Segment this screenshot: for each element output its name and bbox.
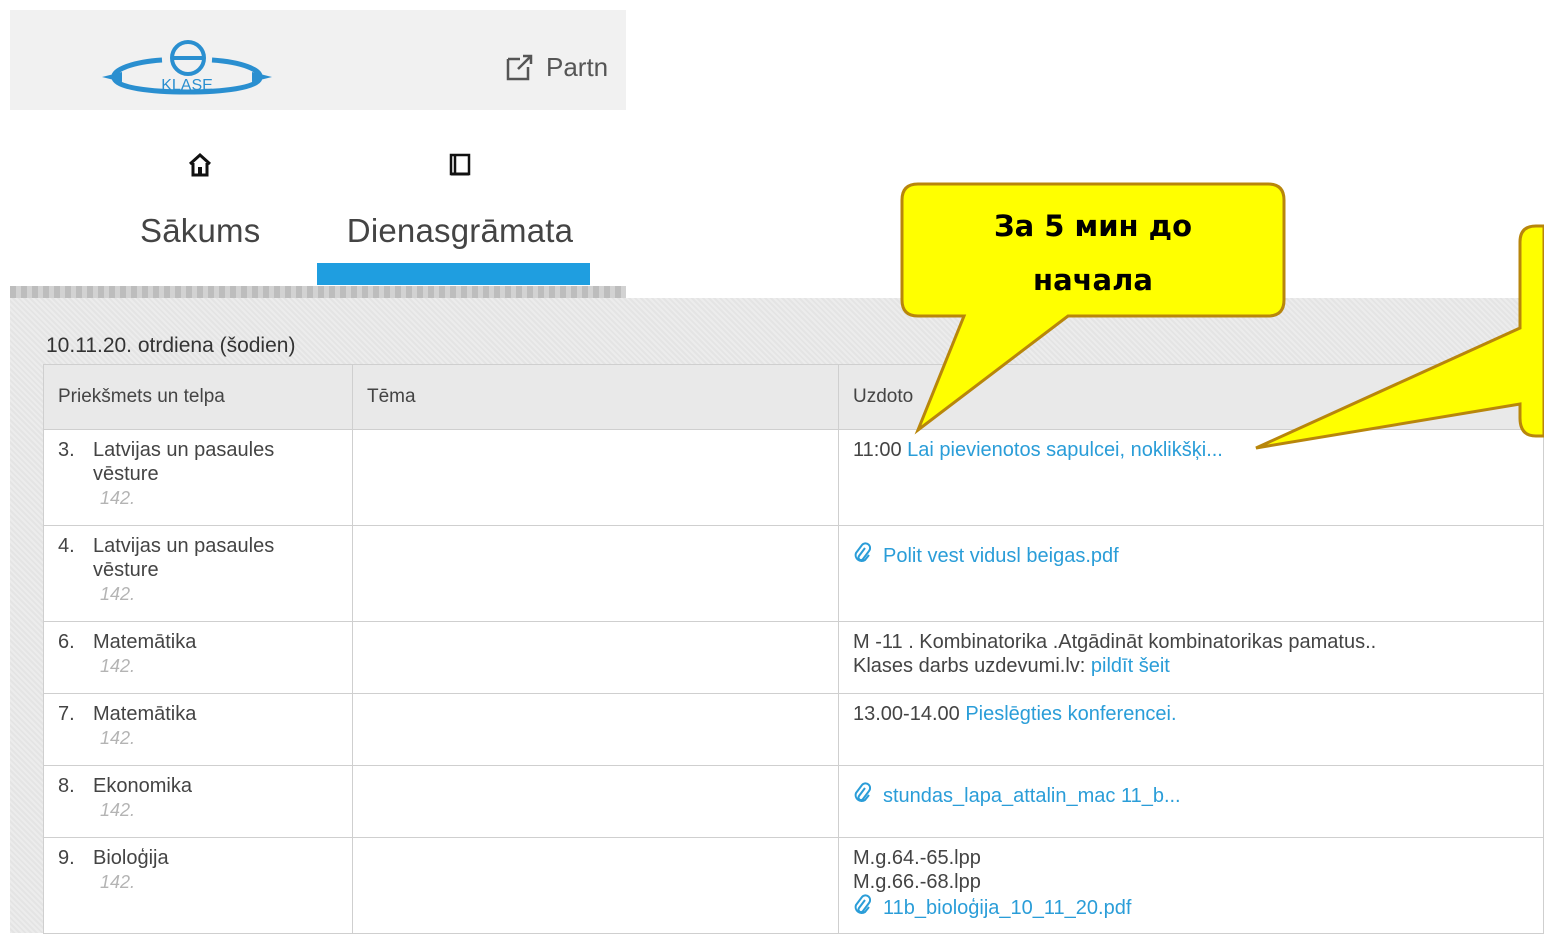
external-link-icon: [506, 54, 533, 80]
homework-cell: Polit vest vidusl beigas.pdf: [838, 525, 1544, 622]
nav-divider: [10, 286, 626, 298]
attachment-link[interactable]: stundas_lapa_attalin_mac 11_b...: [853, 782, 1181, 807]
subject-name: Latvijas un pasaules vēsture: [93, 535, 275, 581]
lesson-number: 7.: [58, 703, 75, 725]
nav-item-diary[interactable]: Dienasgrāmata: [330, 148, 590, 250]
book-icon: [449, 153, 471, 176]
meeting-link[interactable]: Lai pievienotos sapulcei, noklikšķi...: [907, 439, 1223, 461]
topic-cell: [352, 837, 839, 934]
home-icon: [188, 152, 212, 177]
lessons-table: Priekšmets un telpa Tēma Uzdoto 3. Latvij…: [43, 364, 1544, 934]
attachment-name: Polit vest vidusl beigas.pdf: [883, 545, 1119, 567]
subject-cell: 6. Matemātika 142.: [43, 621, 353, 694]
logo-text: KLASE: [161, 77, 213, 94]
paperclip-icon: [854, 542, 871, 563]
topic-cell: [352, 525, 839, 622]
column-header-homework: Uzdoto: [838, 364, 1544, 430]
topic-cell: [352, 429, 839, 526]
lesson-number: 4.: [58, 535, 75, 557]
subject-cell: 7. Matemātika 142.: [43, 693, 353, 766]
homework-cell: M.g.64.-65.lpp M.g.66.-68.lpp 11b_bioloģ…: [838, 837, 1544, 934]
table-header-row: Priekšmets un telpa Tēma Uzdoto: [43, 364, 1544, 430]
table-row: 3. Latvijas un pasaules vēsture 142. 11:0…: [43, 429, 1544, 526]
day-panel: 10.11.20. otrdiena (šodien) Priekšmets u…: [10, 298, 1544, 934]
callout-line-2: начала: [1033, 263, 1153, 297]
subject-name: Matemātika: [93, 631, 197, 653]
room-number: 142.: [100, 872, 136, 892]
paperclip-icon: [854, 894, 871, 915]
lesson-number: 6.: [58, 631, 75, 653]
attachment-name: 11b_bioloģija_10_11_20.pdf: [883, 897, 1132, 919]
homework-cell: stundas_lapa_attalin_mac 11_b...: [838, 765, 1544, 838]
room-number: 142.: [100, 800, 136, 820]
lesson-number: 9.: [58, 847, 75, 869]
table-row: 7. Matemātika 142. 13.00-14.00 Pieslēgtie…: [43, 693, 1544, 766]
paperclip-icon: [854, 782, 871, 803]
table-row: 6. Matemātika 142. M -11 . Kombinatorika …: [43, 621, 1544, 694]
attachment-name: stundas_lapa_attalin_mac 11_b...: [883, 785, 1181, 807]
nav-item-home[interactable]: Sākums: [140, 148, 260, 250]
room-number: 142.: [100, 728, 136, 748]
main-navigation: Sākums Dienasgrāmata: [10, 110, 626, 298]
e-klase-logo[interactable]: KLASE: [92, 32, 282, 102]
homework-text: M.g.66.-68.lpp: [853, 871, 981, 893]
topic-cell: [352, 621, 839, 694]
active-tab-indicator: [317, 263, 590, 285]
subject-cell: 3. Latvijas un pasaules vēsture 142.: [43, 429, 353, 526]
nav-diary-label: Dienasgrāmata: [346, 212, 574, 249]
homework-text: M -11 . Kombinatorika .Atgādināt kombina…: [853, 631, 1377, 653]
attachment-link[interactable]: Polit vest vidusl beigas.pdf: [853, 542, 1119, 567]
column-header-subject: Priekšmets un telpa: [43, 364, 353, 430]
conference-link[interactable]: Pieslēgties konferencei.: [965, 703, 1176, 725]
homework-time: 13.00-14.00: [853, 703, 960, 725]
subject-cell: 9. Bioloģija 142.: [43, 837, 353, 934]
table-row: 4. Latvijas un pasaules vēsture 142. Poli…: [43, 525, 1544, 622]
day-title: 10.11.20. otrdiena (šodien): [46, 334, 296, 357]
homework-text: Klases darbs uzdevumi.lv:: [853, 655, 1086, 677]
partners-link[interactable]: Partn: [504, 52, 626, 83]
room-number: 142.: [100, 488, 136, 508]
callout-line-1: За 5 мин до: [994, 209, 1192, 243]
nav-home-label: Sākums: [140, 212, 261, 249]
subject-cell: 8. Ekonomika 142.: [43, 765, 353, 838]
subject-name: Latvijas un pasaules vēsture: [93, 439, 275, 485]
subject-cell: 4. Latvijas un pasaules vēsture 142.: [43, 525, 353, 622]
subject-name: Matemātika: [93, 703, 197, 725]
lesson-number: 8.: [58, 775, 75, 797]
room-number: 142.: [100, 656, 136, 676]
partners-label: Partn: [546, 52, 609, 82]
table-row: 9. Bioloģija 142. M.g.64.-65.lpp M.g.66.-…: [43, 837, 1544, 934]
room-number: 142.: [100, 584, 136, 604]
subject-name: Bioloģija: [93, 847, 169, 869]
table-row: 8. Ekonomika 142. stundas_lapa_attalin_ma…: [43, 765, 1544, 838]
homework-time: 11:00: [853, 439, 902, 461]
homework-cell: 13.00-14.00 Pieslēgties konferencei.: [838, 693, 1544, 766]
topic-cell: [352, 693, 839, 766]
topic-cell: [352, 765, 839, 838]
task-link[interactable]: pildīt šeit: [1091, 655, 1170, 677]
homework-cell: 11:00 Lai pievienotos sapulcei, noklikšķ…: [838, 429, 1544, 526]
attachment-link[interactable]: 11b_bioloģija_10_11_20.pdf: [853, 894, 1132, 919]
top-bar: KLASE Partn: [10, 10, 626, 110]
homework-cell: M -11 . Kombinatorika .Atgādināt kombina…: [838, 621, 1544, 694]
lesson-number: 3.: [58, 439, 75, 461]
homework-text: M.g.64.-65.lpp: [853, 847, 981, 869]
column-header-topic: Tēma: [352, 364, 839, 430]
subject-name: Ekonomika: [93, 775, 192, 797]
